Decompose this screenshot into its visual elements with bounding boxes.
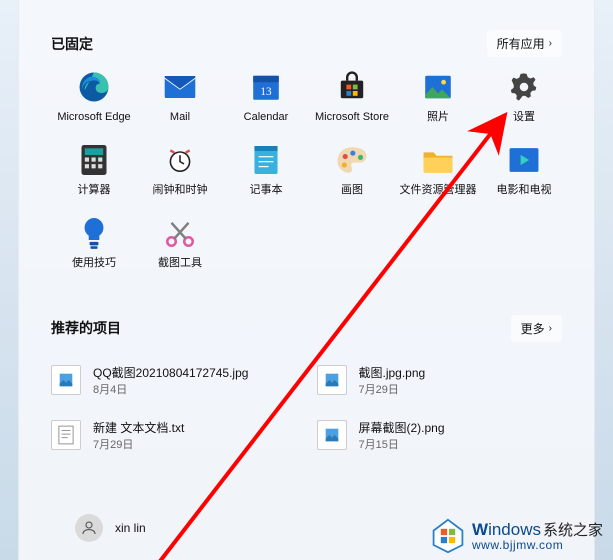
image-file-icon <box>317 365 347 395</box>
app-label: 闹钟和时钟 <box>153 184 208 197</box>
app-tile-movies[interactable]: 电影和电视 <box>481 142 567 197</box>
app-tile-msstore[interactable]: Microsoft Store <box>309 69 395 124</box>
pinned-grid: Microsoft Edge Mail 13 Calendar Microsoft St… <box>51 69 562 271</box>
reco-file-date: 8月4日 <box>93 381 248 397</box>
app-tile-paint[interactable]: 画图 <box>309 142 395 197</box>
app-label: 记事本 <box>250 184 283 197</box>
image-file-icon <box>317 420 347 450</box>
app-label: 使用技巧 <box>72 257 116 270</box>
app-label: 设置 <box>513 111 535 124</box>
reco-file-date: 7月15日 <box>359 436 445 452</box>
app-tile-explorer[interactable]: 文件资源管理器 <box>395 142 481 197</box>
app-tile-settings[interactable]: 设置 <box>481 69 567 124</box>
app-label: Microsoft Edge <box>57 111 130 124</box>
reco-file-name: QQ截图20210804172745.jpg <box>93 364 248 381</box>
photos-icon <box>420 69 456 105</box>
settings-icon <box>506 69 542 105</box>
movies-icon <box>506 142 542 178</box>
all-apps-label: 所有应用 <box>497 35 545 52</box>
app-label: Microsoft Store <box>315 111 389 124</box>
user-avatar-icon <box>75 514 103 542</box>
app-tile-photos[interactable]: 照片 <box>395 69 481 124</box>
reco-file-name: 屏幕截图(2).png <box>359 419 445 436</box>
more-label: 更多 <box>521 320 545 337</box>
app-tile-edge[interactable]: Microsoft Edge <box>51 69 137 124</box>
tips-icon <box>76 215 112 251</box>
paint-icon <box>334 142 370 178</box>
reco-item[interactable]: 新建 文本文档.txt7月29日 <box>51 415 297 456</box>
chevron-right-icon: › <box>549 323 552 334</box>
reco-item[interactable]: 屏幕截图(2).png7月15日 <box>317 415 563 456</box>
user-account-button[interactable]: xin lin <box>75 514 146 542</box>
recommended-header: 推荐的项目 更多 › <box>51 271 562 354</box>
app-tile-calculator[interactable]: 计算器 <box>51 142 137 197</box>
app-label: Calendar <box>244 111 289 124</box>
app-label: 电影和电视 <box>497 184 552 197</box>
app-label: 照片 <box>427 111 449 124</box>
reco-item[interactable]: QQ截图20210804172745.jpg8月4日 <box>51 360 297 401</box>
app-tile-notepad[interactable]: 记事本 <box>223 142 309 197</box>
recommended-grid: QQ截图20210804172745.jpg8月4日截图.jpg.png7月29… <box>51 360 562 456</box>
reco-file-date: 7月29日 <box>359 381 426 397</box>
user-name-label: xin lin <box>115 521 146 535</box>
all-apps-button[interactable]: 所有应用 › <box>487 30 562 57</box>
pinned-title: 已固定 <box>51 34 93 54</box>
app-label: 截图工具 <box>158 257 202 270</box>
app-label: 画图 <box>341 184 363 197</box>
svg-text:13: 13 <box>260 86 272 98</box>
app-label: 文件资源管理器 <box>400 184 477 197</box>
image-file-icon <box>51 365 81 395</box>
pinned-header: 已固定 所有应用 › <box>51 0 562 69</box>
reco-item[interactable]: 截图.jpg.png7月29日 <box>317 360 563 401</box>
recommended-title: 推荐的项目 <box>51 318 121 338</box>
msstore-icon <box>334 69 370 105</box>
app-tile-snip[interactable]: 截图工具 <box>137 215 223 270</box>
notepad-icon <box>248 142 284 178</box>
edge-icon <box>76 69 112 105</box>
app-tile-calendar[interactable]: 13 Calendar <box>223 69 309 124</box>
alarms-icon <box>162 142 198 178</box>
reco-file-name: 新建 文本文档.txt <box>93 419 184 436</box>
chevron-right-icon: › <box>549 38 552 49</box>
reco-file-name: 截图.jpg.png <box>359 364 426 381</box>
calculator-icon <box>76 142 112 178</box>
start-menu-panel: 已固定 所有应用 › Microsoft EdgeMail13CalendarM… <box>18 0 595 560</box>
app-tile-mail[interactable]: Mail <box>137 69 223 124</box>
mail-icon <box>162 69 198 105</box>
explorer-icon <box>420 142 456 178</box>
snip-icon <box>162 215 198 251</box>
app-label: Mail <box>170 111 190 124</box>
text-file-icon <box>51 420 81 450</box>
more-button[interactable]: 更多 › <box>511 315 562 342</box>
app-tile-alarms[interactable]: 闹钟和时钟 <box>137 142 223 197</box>
reco-file-date: 7月29日 <box>93 436 184 452</box>
app-label: 计算器 <box>78 184 111 197</box>
calendar-icon: 13 <box>248 69 284 105</box>
app-tile-tips[interactable]: 使用技巧 <box>51 215 137 270</box>
